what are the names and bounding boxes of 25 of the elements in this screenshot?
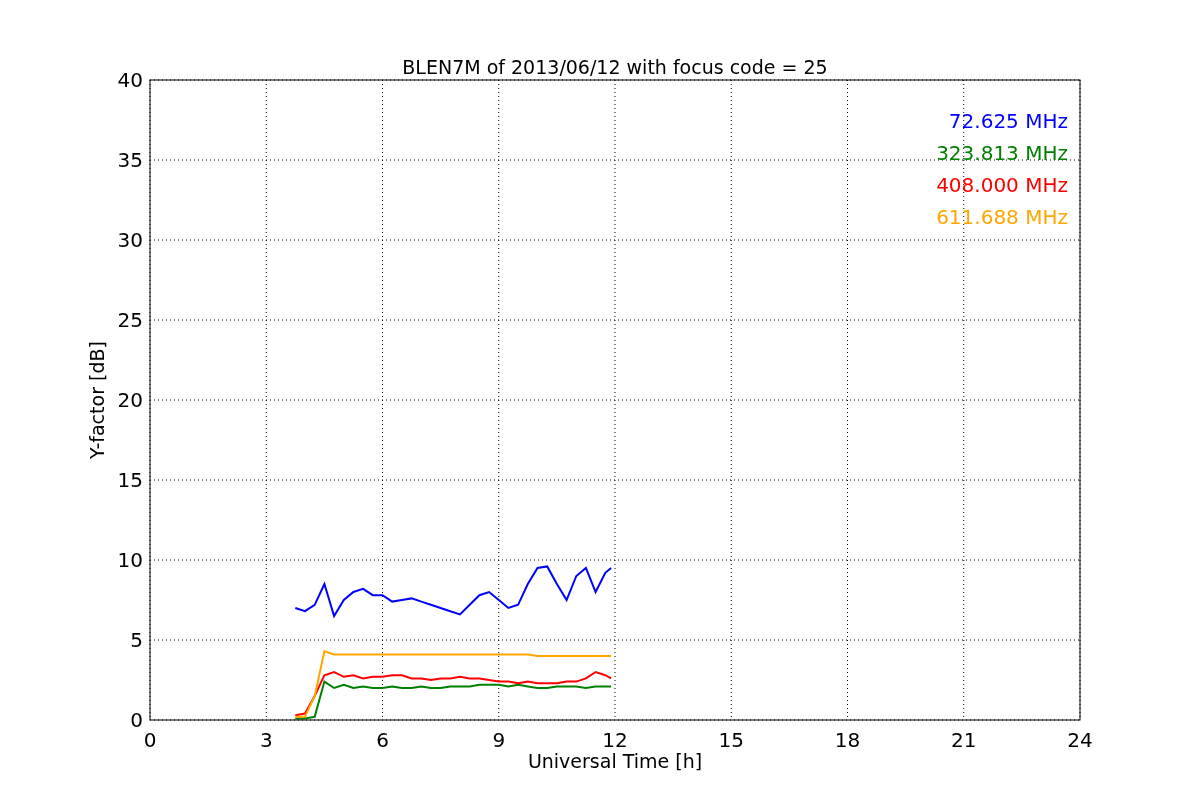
tick-label: 0	[130, 708, 143, 732]
tick-label: 30	[117, 228, 143, 252]
legend-label: 72.625 MHz	[948, 109, 1068, 133]
tick-label: 18	[834, 728, 861, 752]
x-axis-label: Universal Time [h]	[527, 750, 703, 772]
tick-label: 0	[143, 728, 157, 752]
tick-label: 21	[951, 728, 977, 752]
tick-label: 3	[259, 728, 273, 752]
tick-label: 10	[117, 548, 143, 572]
tick-label: 25	[117, 308, 143, 332]
legend-label: 611.688 MHz	[936, 205, 1068, 229]
tick-label: 9	[492, 728, 506, 752]
legend-label: 408.000 MHz	[936, 173, 1068, 197]
tick-label: 15	[718, 728, 744, 752]
y-axis-label: Y-factor [dB]	[86, 341, 108, 459]
tick-label: 40	[117, 68, 143, 92]
tick-label: 12	[602, 728, 628, 752]
tick-label: 24	[1067, 728, 1093, 752]
legend-label: 323.813 MHz	[936, 141, 1068, 165]
chart-title: BLEN7M of 2013/06/12 with focus code = 25	[402, 56, 828, 78]
tick-label: 35	[117, 148, 143, 172]
tick-label: 6	[376, 728, 389, 752]
tick-label: 20	[117, 388, 143, 412]
tick-label: 15	[117, 468, 143, 492]
tick-label: 5	[130, 628, 143, 652]
